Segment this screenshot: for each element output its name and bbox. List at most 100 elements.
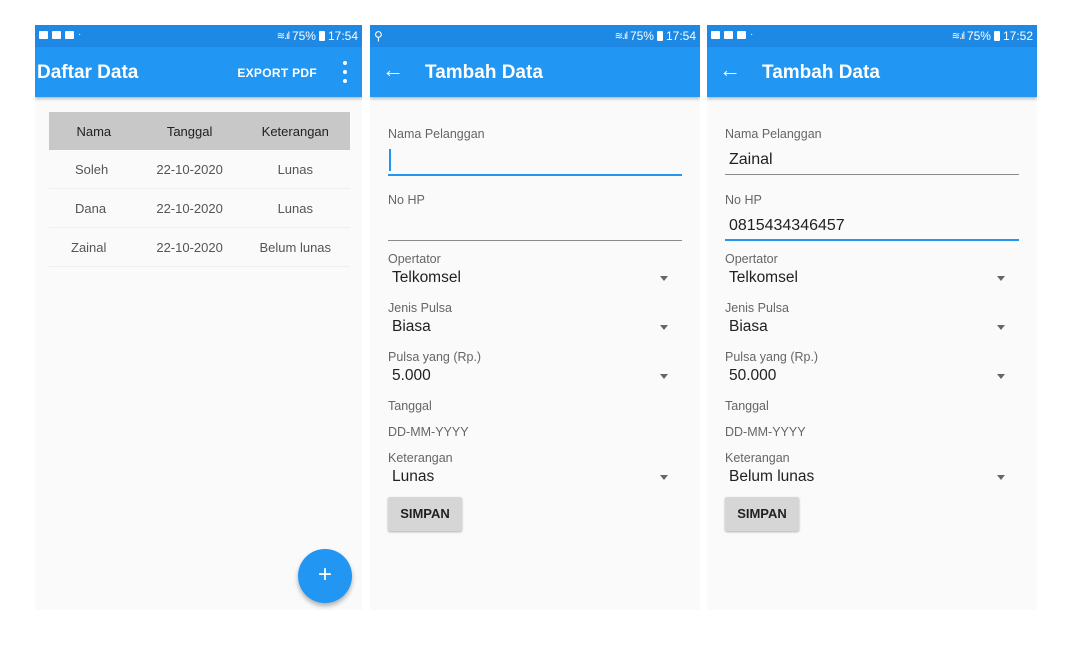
nohp-underline [388,240,682,241]
column-header-keterangan: Keterangan [240,112,350,150]
cell-keterangan: Lunas [240,150,350,189]
status-indicators: ≋.ıl 75% 17:52 [952,29,1033,43]
nohp-label: No HP [388,193,425,207]
cell-nama: Dana [49,188,139,228]
status-bar: · ≋.ıl 75% 17:52 [707,25,1037,47]
nama-value: Zainal [729,151,773,168]
tanggal-label: Tanggal [725,399,769,413]
status-indicators: ≋.ıl 75% 17:54 [615,29,696,43]
table-row[interactable]: Zainal 22-10-2020 Belum lunas [49,227,350,267]
keterangan-label: Keterangan [725,451,790,465]
image-notification-icon [711,30,720,39]
image-notification-icon [39,30,48,39]
dropdown-caret-icon [997,475,1005,480]
app-bar: ← Tambah Data [370,47,700,97]
column-header-tanggal: Tanggal [138,112,241,150]
cell-tanggal: 22-10-2020 [138,227,241,267]
keterangan-value: Lunas [392,468,435,485]
jenis-spinner[interactable]: Biasa [725,316,1019,338]
tanggal-field[interactable]: DD-MM-YYYY [725,425,806,439]
video-notification-icon [724,30,733,39]
cell-tanggal: 22-10-2020 [138,150,241,189]
battery-percent: 75% [629,29,654,43]
jenis-value: Biasa [729,318,768,335]
jenis-value: Biasa [392,318,431,335]
nama-field[interactable] [388,147,682,177]
table-row[interactable]: Dana 22-10-2020 Lunas [49,188,350,228]
nohp-field[interactable] [388,213,682,243]
operator-spinner[interactable]: Telkomsel [388,267,682,289]
operator-value: Telkomsel [392,269,461,286]
add-form-screen-filled: · ≋.ıl 75% 17:52 ← Tambah Data Nama Pela… [707,25,1037,610]
dropdown-caret-icon [660,276,668,281]
page-title: Tambah Data [762,62,880,83]
pulsa-value: 5.000 [392,367,431,384]
status-bar: · ≋.ıl 75% 17:54 [35,25,362,47]
simpan-button[interactable]: SIMPAN [725,497,799,531]
status-bar: ⚲ ≋.ıl 75% 17:54 [370,25,700,47]
export-pdf-button[interactable]: EXPORT PDF [237,66,317,80]
nama-field[interactable]: Zainal [725,147,1019,177]
dropdown-caret-icon [997,276,1005,281]
clock: 17:54 [327,29,358,43]
tanggal-label: Tanggal [388,399,432,413]
pulsa-label: Pulsa yang (Rp.) [388,350,482,364]
wifi-signal-icon: ≋.ıl [276,30,290,42]
nama-underline [725,174,1019,175]
cell-tanggal: 22-10-2020 [138,188,241,228]
dropdown-caret-icon [660,374,668,379]
back-arrow-icon[interactable]: ← [382,57,404,83]
wifi-signal-icon: ≋.ıl [951,30,965,42]
notification-icons: · [711,29,753,40]
more-notifications-icon: · [78,29,82,40]
notification-icons: ⚲ [374,29,383,43]
keterangan-spinner[interactable]: Lunas [388,466,682,488]
battery-icon [656,31,663,41]
pulsa-spinner[interactable]: 50.000 [725,365,1019,387]
dropdown-caret-icon [660,475,668,480]
status-indicators: ≋.ıl 75% 17:54 [277,29,358,43]
page-title: Daftar Data [37,62,139,83]
operator-label: Opertator [388,252,441,266]
clock: 17:54 [665,29,696,43]
nohp-field[interactable]: 0815434346457 [725,213,1019,243]
table-row[interactable]: Soleh 22-10-2020 Lunas [49,150,350,189]
jenis-label: Jenis Pulsa [388,301,452,315]
dropdown-caret-icon [997,374,1005,379]
usb-icon: ⚲ [374,29,383,43]
cell-nama: Zainal [49,227,139,267]
add-form-screen-empty: ⚲ ≋.ıl 75% 17:54 ← Tambah Data Nama Pela… [370,25,700,610]
battery-percent: 75% [966,29,991,43]
cell-keterangan: Belum lunas [240,227,350,267]
tanggal-field[interactable]: DD-MM-YYYY [388,425,469,439]
pulsa-value: 50.000 [729,367,777,384]
simpan-button[interactable]: SIMPAN [388,497,462,531]
add-data-fab[interactable]: + [298,549,352,603]
column-header-nama: Nama [49,112,139,150]
app-bar: Daftar Data EXPORT PDF [35,47,362,97]
more-notifications-icon: · [750,29,754,40]
pulsa-spinner[interactable]: 5.000 [388,365,682,387]
battery-icon [318,31,325,41]
more-options-icon[interactable] [338,59,352,85]
nama-label: Nama Pelanggan [725,127,822,141]
operator-spinner[interactable]: Telkomsel [725,267,1019,289]
page-title: Tambah Data [425,62,543,83]
battery-percent: 75% [291,29,316,43]
keterangan-spinner[interactable]: Belum lunas [725,466,1019,488]
operator-value: Telkomsel [729,269,798,286]
nama-underline [388,174,682,176]
data-table: Nama Tanggal Keterangan Soleh 22-10-2020… [49,112,350,267]
cell-keterangan: Lunas [240,188,350,228]
nohp-value: 0815434346457 [729,217,845,234]
operator-label: Opertator [725,252,778,266]
battery-icon [993,31,1000,41]
cell-nama: Soleh [49,150,139,189]
message-notification-icon [65,30,74,39]
text-cursor [389,149,391,171]
jenis-label: Jenis Pulsa [725,301,789,315]
jenis-spinner[interactable]: Biasa [388,316,682,338]
notification-icons: · [39,29,81,40]
back-arrow-icon[interactable]: ← [719,57,741,83]
message-notification-icon [737,30,746,39]
